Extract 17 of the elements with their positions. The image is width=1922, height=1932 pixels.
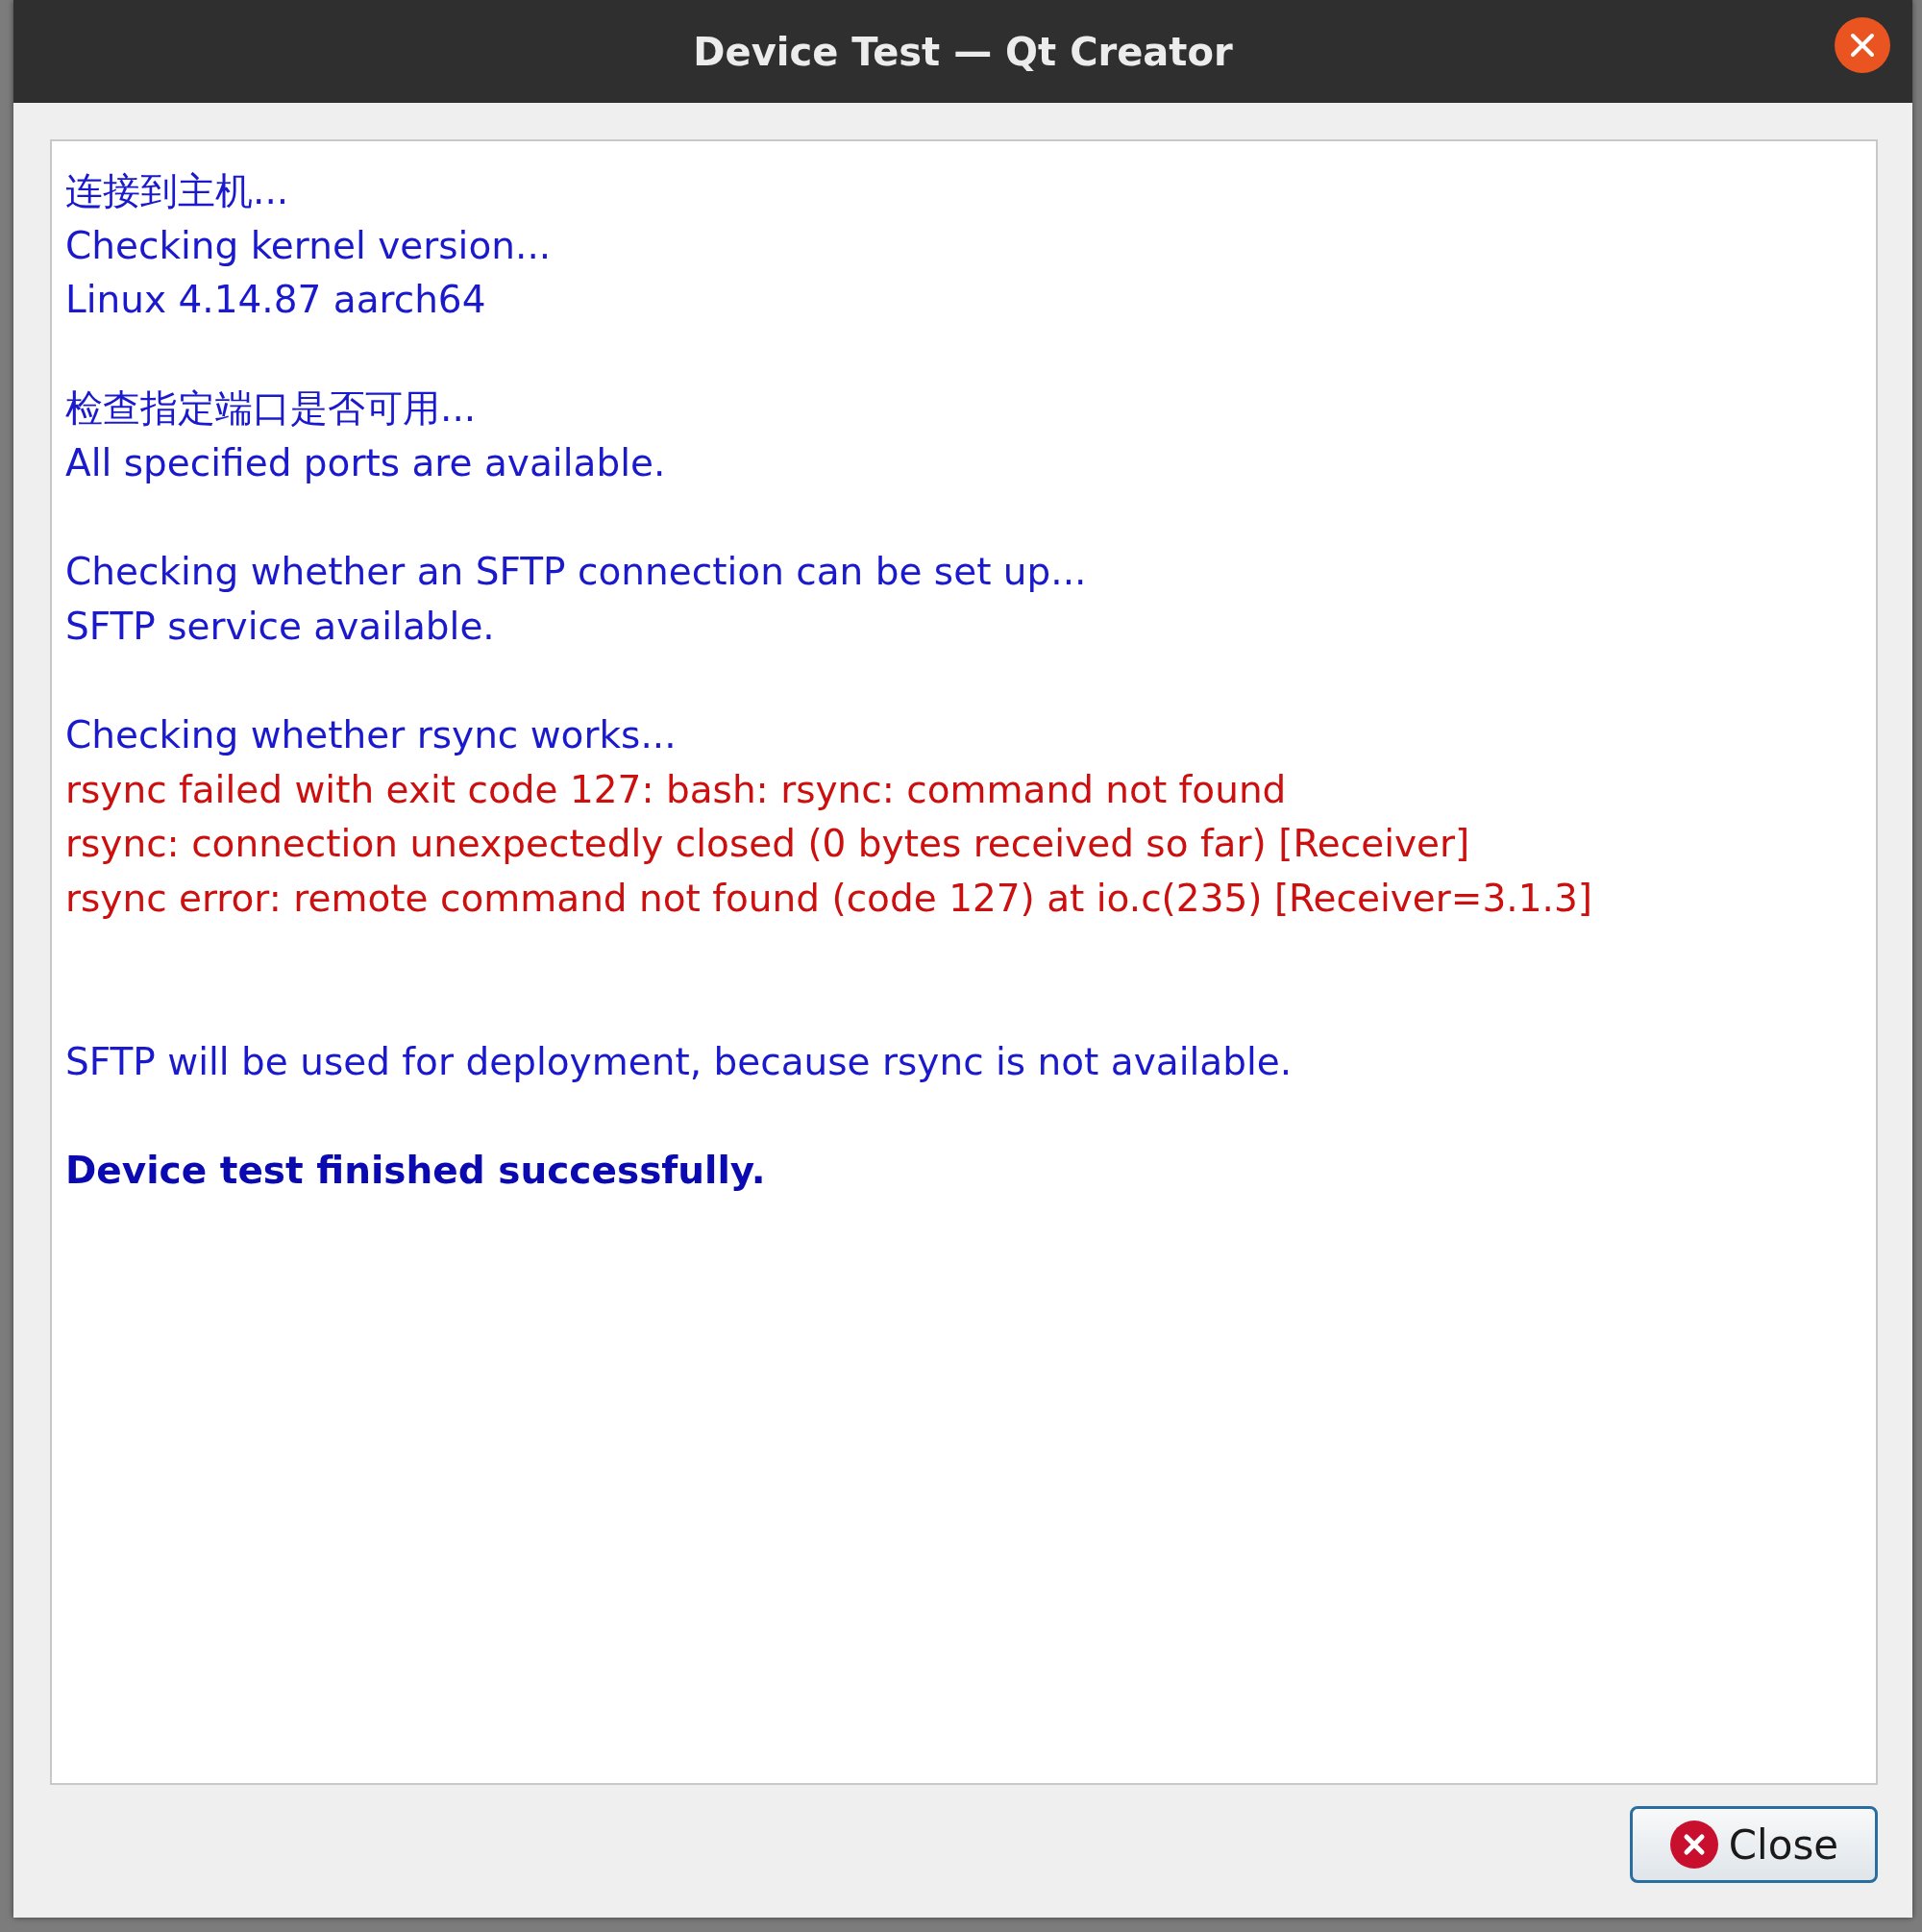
close-icon[interactable]: [1834, 16, 1891, 74]
log-line: 检查指定端口是否可用...: [65, 385, 478, 433]
log-line: rsync: connection unexpectedly closed (0 bytes received so far) [Receiver]: [65, 821, 1471, 868]
window-title: Device Test — Qt Creator: [693, 29, 1233, 74]
log-line: SFTP will be used for deployment, because rsync is not available.: [65, 1038, 1294, 1085]
log-line: Checking whether rsync works...: [65, 711, 678, 758]
close-button[interactable]: Close: [1630, 1806, 1878, 1883]
log-line: 连接到主机...: [65, 168, 290, 214]
log-line: Device test finished successfully.: [65, 1147, 767, 1194]
log-line: rsync error: remote command not found (code 127) at io.c(235) [Receiver=3.1.3]: [65, 875, 1593, 922]
log-line: All specified ports are available.: [65, 439, 667, 486]
log-line: SFTP service available.: [65, 603, 496, 650]
log-line: Checking kernel version...: [65, 222, 553, 269]
close-icon: [1668, 1820, 1719, 1870]
log-line: Checking whether an SFTP connection can be set up...: [65, 549, 1088, 596]
log-line: rsync failed with exit code 127: bash: rsync: command not found: [65, 766, 1288, 813]
log-line: Linux 4.14.87 aarch64: [65, 277, 487, 324]
